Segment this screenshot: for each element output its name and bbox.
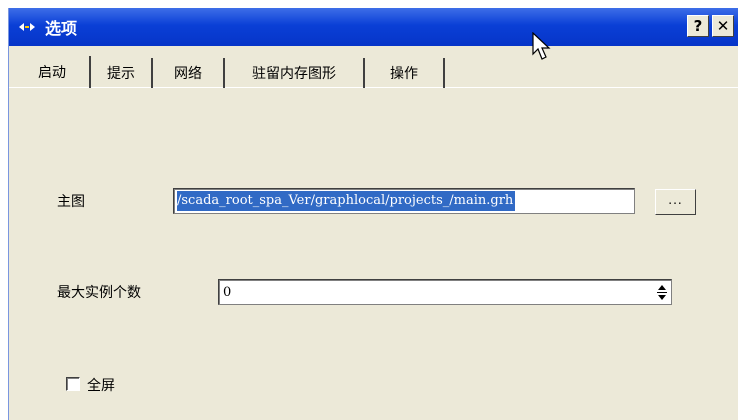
help-button[interactable]: ? (687, 15, 709, 37)
tab-startup[interactable]: 启动 (15, 56, 91, 88)
tab-network[interactable]: 网络 (153, 58, 225, 88)
spinner-icon[interactable] (655, 282, 669, 302)
options-dialog: 选项 ? ✕ 启动 提示 网络 驻留内存图形 操作 主图 /scada_root… (8, 8, 738, 420)
tab-operation[interactable]: 操作 (365, 58, 445, 88)
tab-label: 操作 (390, 66, 418, 82)
browse-label: ... (668, 193, 683, 207)
app-icon (19, 19, 35, 35)
max-instances-label: 最大实例个数 (57, 285, 141, 301)
max-instances-input[interactable]: 0 (218, 279, 672, 305)
dialog-title: 选项 (45, 19, 78, 38)
help-icon: ? (693, 16, 703, 35)
tab-label: 网络 (174, 66, 202, 82)
main-graph-label: 主图 (57, 194, 85, 210)
close-button[interactable]: ✕ (712, 15, 734, 37)
tab-hints[interactable]: 提示 (91, 58, 153, 88)
tab-label: 提示 (107, 66, 135, 82)
tab-label: 驻留内存图形 (252, 66, 336, 82)
title-bar[interactable]: 选项 ? ✕ (9, 8, 738, 46)
fullscreen-checkbox[interactable] (66, 377, 80, 391)
close-icon: ✕ (716, 16, 730, 35)
tab-label: 启动 (38, 65, 66, 81)
browse-button[interactable]: ... (655, 189, 696, 215)
tab-resident-graphics[interactable]: 驻留内存图形 (225, 58, 365, 88)
spin-down-icon[interactable] (658, 294, 666, 300)
fullscreen-label[interactable]: 全屏 (87, 375, 115, 395)
spin-up-icon[interactable] (658, 284, 666, 290)
main-graph-value: /scada_root_spa_Ver/graphlocal/projects_… (177, 191, 516, 211)
main-graph-input[interactable]: /scada_root_spa_Ver/graphlocal/projects_… (173, 188, 635, 214)
max-instances-value: 0 (223, 284, 232, 300)
tab-bar: 启动 提示 网络 驻留内存图形 操作 (9, 52, 738, 88)
mouse-cursor-icon (532, 32, 551, 60)
